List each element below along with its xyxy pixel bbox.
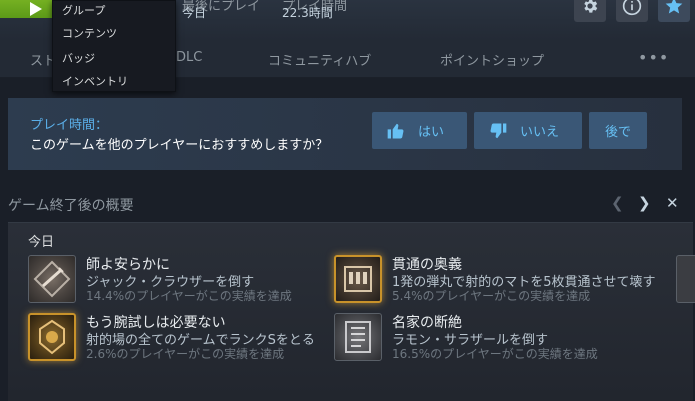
- achievement-percent: 14.4%のプレイヤーがこの実績を達成: [86, 289, 292, 303]
- thumbs-down-icon: [490, 122, 507, 138]
- recommend-no-label: いいえ: [520, 125, 560, 140]
- playtime-prompt-label: プレイ時間：: [30, 118, 109, 133]
- chevron-left-icon[interactable]: ❮: [611, 194, 624, 212]
- achievement-percent: 5.4%のプレイヤーがこの実績を達成: [392, 289, 591, 303]
- achievement-item[interactable]: 名家の断絶 ラモン・サラザールを倒す 16.5%のプレイヤーがこの実績を達成: [334, 313, 644, 365]
- achievement-item[interactable]: 貫通の奥義 1発の弾丸で射的のマトを5枚貫通させて壊す 5.4%のプレイヤーがこ…: [334, 255, 656, 307]
- menu-item-badges[interactable]: バッジ: [62, 50, 95, 66]
- tab-points-shop[interactable]: ポイントショップ: [440, 50, 544, 69]
- achievement-badge-icon[interactable]: [676, 255, 695, 303]
- community-dropdown-menu: グループ コンテンツ バッジ インベントリ: [52, 0, 176, 92]
- chevron-right-icon[interactable]: ❯: [638, 194, 651, 212]
- menu-item-inventory[interactable]: インベントリ: [62, 73, 128, 89]
- more-menu-icon[interactable]: •••: [638, 48, 669, 67]
- recommend-yes-button[interactable]: はい: [372, 112, 467, 149]
- menu-item-content[interactable]: コンテンツ: [62, 25, 117, 41]
- achievement-badge-icon: [334, 313, 382, 361]
- achievement-badge-icon: [28, 313, 76, 361]
- gear-icon: [584, 0, 598, 13]
- menu-item-groups[interactable]: グループ: [62, 2, 105, 18]
- recommend-no-button[interactable]: いいえ: [474, 112, 582, 149]
- achievement-item[interactable]: もう腕試しは必要ない 射的場の全てのゲームでランクSをとる 2.6%のプレイヤー…: [28, 313, 338, 365]
- tab-community-hub[interactable]: コミュニティハブ: [268, 50, 371, 69]
- date-heading: 今日: [28, 235, 55, 250]
- tab-dlc[interactable]: DLC: [176, 50, 202, 65]
- favorite-button[interactable]: [658, 0, 690, 22]
- star-icon: [665, 0, 683, 14]
- achievement-item[interactable]: 師よ安らかに ジャック・クラウザーを倒す 14.4%のプレイヤーがこの実績を達成: [28, 255, 338, 307]
- playtime-value: 22.3時間: [282, 6, 333, 20]
- recommend-yes-label: はい: [418, 125, 445, 140]
- achievement-percent: 2.6%のプレイヤーがこの実績を達成: [86, 347, 285, 361]
- close-icon[interactable]: ✕: [666, 194, 679, 212]
- summary-panel: 今日 師よ安らかに ジャック・クラウザーを倒す 14.4%のプレイヤーがこの実績…: [8, 222, 695, 401]
- thumbs-up-icon: [387, 123, 404, 139]
- review-prompt: プレイ時間： このゲームを他のプレイヤーにおすすめしますか？ はい いいえ 後で: [8, 98, 682, 170]
- info-icon: [622, 0, 642, 16]
- play-icon: [30, 2, 42, 16]
- last-played-value: 今日: [182, 6, 207, 20]
- review-later-button[interactable]: 後で: [589, 112, 647, 149]
- post-game-summary-title: ゲーム終了後の概要: [8, 198, 134, 214]
- recommend-question: このゲームを他のプレイヤーにおすすめしますか？: [30, 138, 329, 153]
- info-button[interactable]: [616, 0, 648, 22]
- achievement-percent: 16.5%のプレイヤーがこの実績を達成: [392, 347, 598, 361]
- achievement-badge-icon: [28, 255, 76, 303]
- play-button[interactable]: [0, 0, 60, 18]
- achievement-badge-icon: [334, 255, 382, 303]
- settings-button[interactable]: [574, 0, 606, 22]
